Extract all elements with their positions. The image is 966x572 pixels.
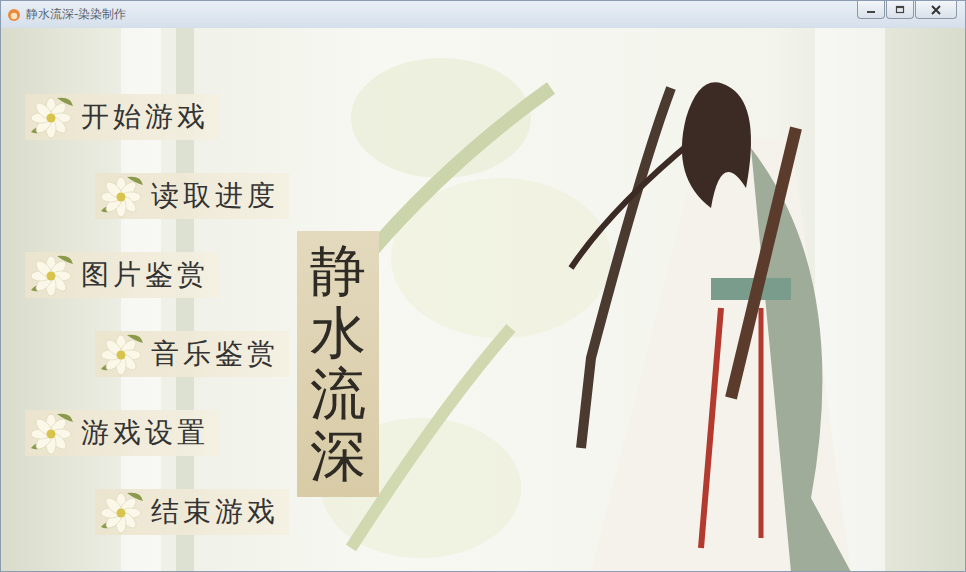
game-logo: 静水流深 [297,231,379,497]
flower-icon [97,331,147,377]
title-bar: 静水流深-染染制作 [1,1,965,28]
menu-label: 游戏设置 [81,414,209,452]
menu-label: 图片鉴赏 [81,256,209,294]
flower-icon [27,410,77,456]
flower-icon [27,252,77,298]
menu-button[interactable]: 读取进度 [95,173,289,219]
close-button[interactable] [915,1,957,19]
main-menu: 开始游戏读取进度图片鉴赏音乐鉴赏游戏设置结束游戏 [1,28,965,535]
menu-label: 结束游戏 [151,493,279,531]
menu-label: 音乐鉴赏 [151,335,279,373]
menu-button[interactable]: 音乐鉴赏 [95,331,289,377]
minimize-icon [865,5,877,15]
close-icon [929,5,943,15]
logo-title: 静水流深 [310,241,366,487]
flower-icon [97,489,147,535]
menu-label: 开始游戏 [81,98,209,136]
menu-button[interactable]: 游戏设置 [25,410,219,456]
maximize-button[interactable] [886,1,914,19]
maximize-icon [894,5,906,15]
game-window: 静水流深-染染制作开始游戏读取进度图片鉴赏音乐鉴赏游戏设置结束游戏静水流深 [0,0,966,572]
menu-button[interactable]: 开始游戏 [25,94,219,140]
flower-icon [27,94,77,140]
menu-button[interactable]: 图片鉴赏 [25,252,219,298]
menu-label: 读取进度 [151,177,279,215]
window-title: 静水流深-染染制作 [26,6,126,23]
app-icon [7,8,21,22]
flower-icon [97,173,147,219]
title-screen: 开始游戏读取进度图片鉴赏音乐鉴赏游戏设置结束游戏静水流深 [1,28,965,571]
menu-button[interactable]: 结束游戏 [95,489,289,535]
minimize-button[interactable] [857,1,885,19]
